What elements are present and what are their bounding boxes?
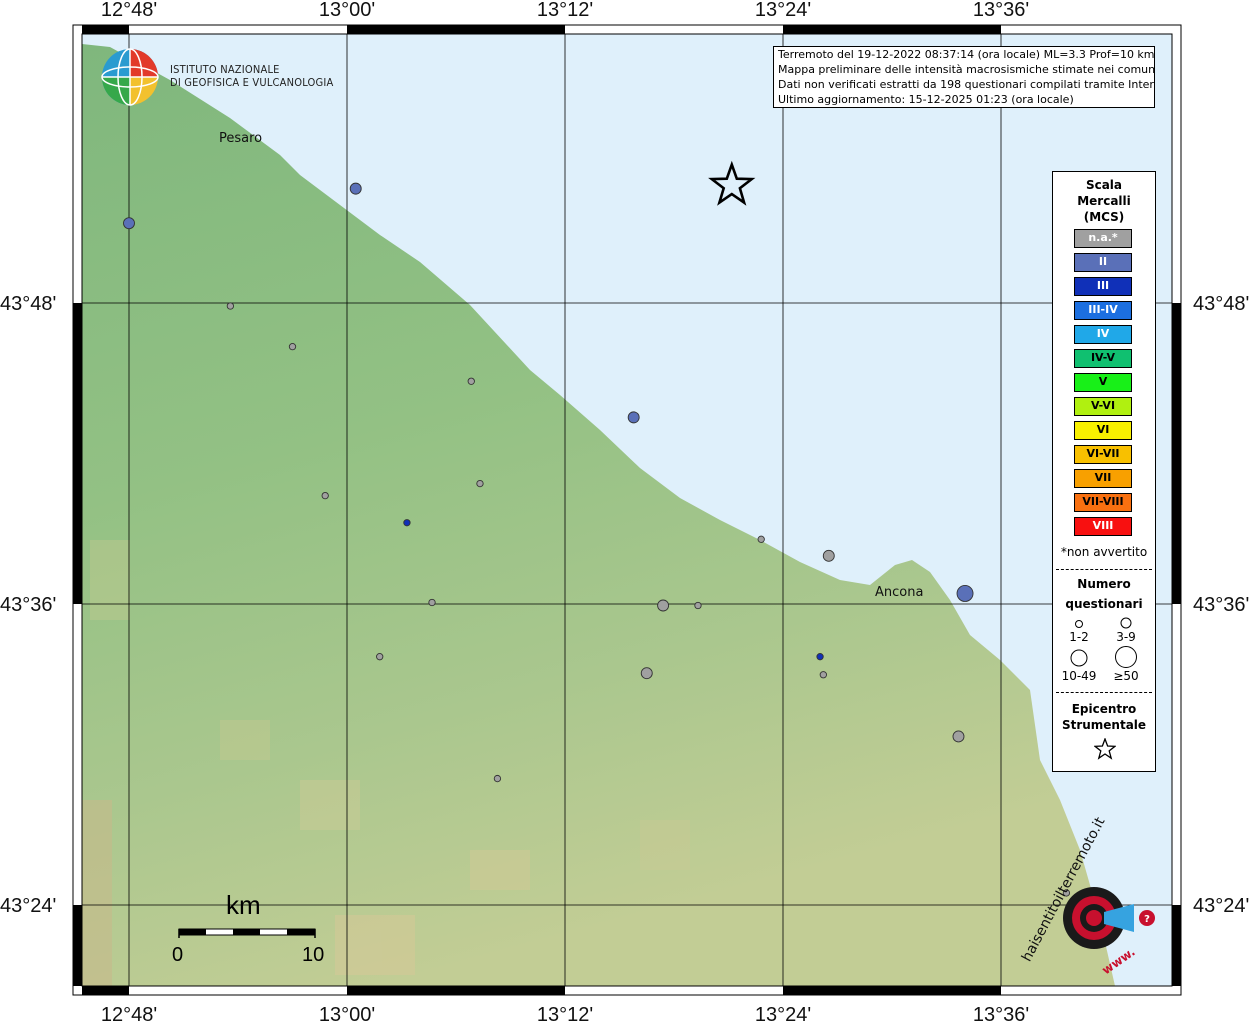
observation-point-16 <box>816 653 824 661</box>
legend-not-felt-note: *non avvertito <box>1060 545 1148 559</box>
legend-separator <box>1056 569 1152 570</box>
frame-segment-right <box>1172 303 1181 604</box>
observation-point-14 <box>694 601 702 610</box>
scale-bar-end: 10 <box>302 944 325 966</box>
scale-bar-start: 0 <box>172 944 184 966</box>
ingv-logo-line2: DI GEOFISICA E VULCANOLOGIA <box>170 76 334 89</box>
legend-swatch-vi: VI <box>1074 421 1132 440</box>
legend-count-title-line2: questionari <box>1065 597 1143 611</box>
lon-tick-bottom-2: 13°12' <box>537 1004 593 1024</box>
lat-tick-right-2: 43°24' <box>1193 895 1249 917</box>
legend-title-line1: Scala <box>1085 178 1123 192</box>
observation-point-17 <box>640 667 653 680</box>
observation-point-11 <box>822 549 835 562</box>
lat-tick-right-1: 43°36' <box>1193 594 1249 616</box>
legend-star-icon <box>1094 738 1116 760</box>
legend-panel: Scala Mercalli (MCS) n.a.* II III III-IV IV I… <box>1052 171 1156 772</box>
observation-point-5 <box>288 342 297 351</box>
svg-text:?: ? <box>1144 914 1150 925</box>
ingv-logo-line1: ISTITUTO NAZIONALE <box>170 63 280 76</box>
legend-swatch-v: V <box>1074 373 1132 392</box>
legend-epicenter-line1: Epicentro <box>1071 702 1137 716</box>
legend-epicenter-title: Epicentro Strumentale <box>1053 701 1155 733</box>
legend-title-line2: Mercalli <box>1077 194 1131 208</box>
lat-tick-left-0: 43°48' <box>0 293 56 315</box>
scale-bar-graphic <box>178 928 316 938</box>
observation-point-22 <box>493 774 502 783</box>
legend-count-title-line1: Numero <box>1077 577 1131 591</box>
observation-point-12 <box>428 598 436 607</box>
city-label-ancona: Ancona <box>875 585 924 600</box>
lon-tick-top-3: 13°24' <box>755 0 811 21</box>
frame-segment-top <box>347 25 565 34</box>
legend-swatch-ii: II <box>1074 253 1132 272</box>
lon-tick-top-0: 12°48' <box>101 0 157 21</box>
frame-segment-left <box>73 303 82 604</box>
legend-title: Scala Mercalli (MCS) <box>1053 177 1155 225</box>
observation-point-9 <box>403 519 411 527</box>
ingv-logo <box>100 46 162 108</box>
legend-count-10-49: 10-49 <box>1061 669 1097 683</box>
observation-point-15 <box>376 653 384 661</box>
observation-point-3 <box>956 585 974 602</box>
frame-segment-bottom <box>82 986 129 995</box>
legend-swatch-iv: IV <box>1074 325 1132 344</box>
legend-swatch-iii: III <box>1074 277 1132 296</box>
legend-epicenter-line2: Strumentale <box>1061 718 1147 732</box>
legend-swatch-iii-iv: III-IV <box>1074 301 1132 320</box>
event-info-line4: Ultimo aggiornamento: 15-12-2025 01:23 (… <box>778 93 1074 106</box>
legend-swatch-v-vi: V-VI <box>1074 397 1132 416</box>
lat-tick-left-1: 43°36' <box>0 594 56 616</box>
lon-tick-bottom-0: 12°48' <box>101 1004 157 1024</box>
lat-tick-left-2: 43°24' <box>0 895 56 917</box>
observation-point-1 <box>349 182 362 195</box>
ingv-globe-icon <box>101 48 159 106</box>
lon-tick-top-2: 13°12' <box>537 0 593 21</box>
lon-tick-top-1: 13°00' <box>319 0 375 21</box>
lon-tick-bottom-4: 13°36' <box>973 1004 1029 1024</box>
observation-point-13 <box>657 599 670 612</box>
city-label-pesaro: Pesaro <box>219 131 263 146</box>
frame-segment-left <box>73 905 82 986</box>
legend-count-1-2: 1-2 <box>1069 630 1089 644</box>
legend-separator-2 <box>1056 692 1152 693</box>
lon-tick-bottom-3: 13°24' <box>755 1004 811 1024</box>
event-info-line3: Dati non verificati estratti da 198 ques… <box>778 78 1155 91</box>
legend-swatch-vi-vii: VI-VII <box>1074 445 1132 464</box>
haisentito-logo: ? haisentitoilterremoto.it www. <box>1019 815 1164 980</box>
observation-point-21 <box>952 730 965 743</box>
legend-swatch-viii: VIII <box>1074 517 1132 536</box>
lon-tick-top-4: 13°36' <box>973 0 1029 21</box>
frame-segment-top <box>82 25 129 34</box>
observation-point-7 <box>321 491 329 500</box>
observation-point-4 <box>226 302 235 310</box>
legend-swatch-vii-viii: VII-VIII <box>1074 493 1132 512</box>
observation-point-2 <box>627 411 640 424</box>
observation-point-0 <box>123 217 135 230</box>
observation-point-6 <box>467 377 475 385</box>
ingv-logo-text: ISTITUTO NAZIONALE DI GEOFISICA E VULCAN… <box>170 63 333 89</box>
frame-segment-bottom <box>347 986 565 995</box>
legend-count-3-9: 3-9 <box>1116 630 1136 644</box>
frame-segment-top <box>783 25 1001 34</box>
scale-bar: km 0 10 <box>170 890 330 970</box>
legend-count-title: Numero questionari <box>1053 574 1155 614</box>
legend-swatch-na: n.a.* <box>1074 229 1132 248</box>
lat-tick-right-0: 43°48' <box>1193 293 1249 315</box>
frame-segment-right <box>1172 905 1181 986</box>
observation-point-8 <box>476 479 484 488</box>
lon-tick-bottom-1: 13°00' <box>319 1004 375 1024</box>
legend-title-line3: (MCS) <box>1083 210 1125 224</box>
observation-point-18 <box>819 671 827 679</box>
frame-segment-bottom <box>783 986 1001 995</box>
event-info-box: Terremoto del 19-12-2022 08:37:14 (ora l… <box>773 46 1155 108</box>
scale-bar-unit: km <box>226 890 261 920</box>
legend-swatch-iv-v: IV-V <box>1074 349 1132 368</box>
event-info-line1: Terremoto del 19-12-2022 08:37:14 (ora l… <box>778 48 1155 61</box>
legend-swatch-vii: VII <box>1074 469 1132 488</box>
observation-point-10 <box>757 535 765 543</box>
event-info-line2: Mappa preliminare delle intensità macros… <box>778 63 1155 76</box>
legend-count-50-plus: ≥50 <box>1113 669 1139 683</box>
